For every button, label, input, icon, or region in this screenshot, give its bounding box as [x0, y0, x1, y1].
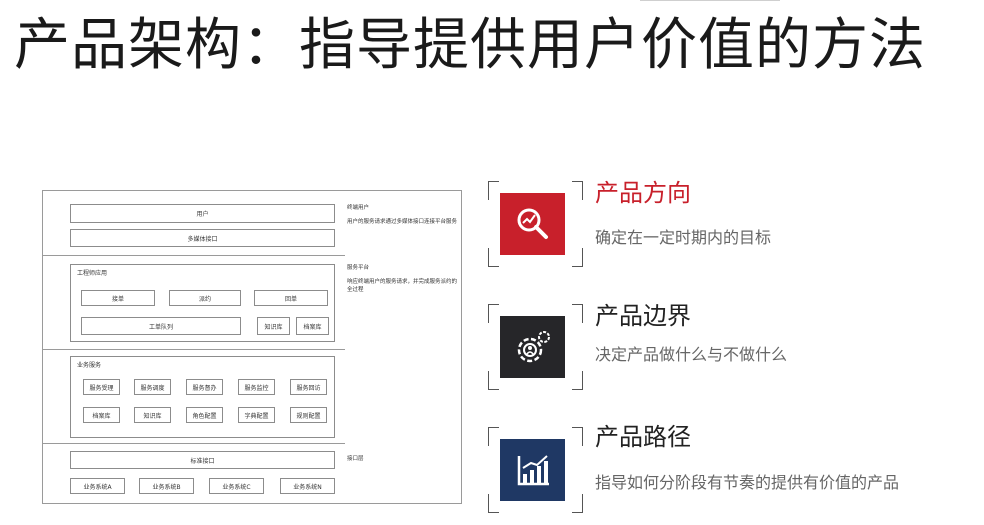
service-box: 服务监控	[238, 379, 275, 395]
product-direction-desc: 确定在一定时期内的目标	[595, 228, 772, 247]
magnifier-chart-icon	[500, 193, 565, 255]
bar-chart-icon	[500, 439, 565, 501]
engineer-app-title: 工程师应用	[77, 270, 108, 277]
business-system-box: 业务系统N	[280, 478, 335, 494]
service-box: 服务调度	[134, 379, 171, 395]
architecture-diagram: 用户 多媒体接口 终端用户 用户的服务请求通过多媒体接口连接平台服务 工程师应用…	[42, 190, 462, 504]
return-order-box: 回单	[254, 290, 328, 306]
product-boundary-heading: 产品边界	[595, 302, 691, 330]
engineer-app-box: 工程师应用 接单 派约 回单 工单队列 知识库 档案库	[70, 264, 335, 342]
platform-annotation: 服务平台 响应终端用户的服务请求，并完成服务派约的全过程	[347, 265, 458, 293]
config-box: 规则配置	[290, 407, 327, 423]
end-user-annotation: 终端用户 用户的服务请求通过多媒体接口连接平台服务	[347, 205, 458, 225]
standard-interface-box: 标准接口	[70, 451, 335, 469]
product-boundary-desc: 决定产品做什么与不做什么	[595, 345, 788, 364]
product-direction-icon-frame	[488, 181, 583, 267]
knowledge-base-box: 知识库	[257, 317, 290, 335]
archive-box: 档案库	[296, 317, 329, 335]
product-direction-heading: 产品方向	[595, 179, 691, 207]
dispatch-box: 派约	[169, 290, 241, 306]
top-divider	[640, 0, 780, 1]
service-box: 服务受理	[83, 379, 120, 395]
config-box: 档案库	[83, 407, 120, 423]
work-queue-box: 工单队列	[81, 317, 241, 335]
business-system-box: 业务系统C	[209, 478, 264, 494]
config-box: 角色配置	[186, 407, 223, 423]
config-box: 知识库	[134, 407, 171, 423]
product-path-heading: 产品路径	[595, 423, 691, 451]
business-system-box: 业务系统A	[70, 478, 125, 494]
layer-divider	[43, 443, 345, 444]
layer-divider	[43, 255, 345, 256]
config-box: 字典配置	[238, 407, 275, 423]
gear-person-icon	[500, 316, 565, 378]
multimedia-interface-box: 多媒体接口	[70, 229, 335, 247]
service-box: 服务督办	[186, 379, 223, 395]
page-title: 产品架构：指导提供用户价值的方法	[14, 13, 926, 78]
layer-divider	[43, 349, 345, 350]
user-box: 用户	[70, 204, 335, 223]
service-platform-title: 业务服务	[77, 362, 102, 369]
product-path-icon-frame	[488, 427, 583, 513]
receive-order-box: 接单	[81, 290, 155, 306]
service-platform-box: 业务服务 服务受理 服务调度 服务督办 服务监控 服务回访 档案库 知识库 角色…	[70, 356, 335, 438]
business-system-box: 业务系统B	[139, 478, 194, 494]
interface-layer-annotation: 接口层	[347, 456, 364, 462]
product-path-desc: 指导如何分阶段有节奏的提供有价值的产品	[595, 473, 900, 492]
product-boundary-icon-frame	[488, 304, 583, 390]
service-box: 服务回访	[290, 379, 327, 395]
